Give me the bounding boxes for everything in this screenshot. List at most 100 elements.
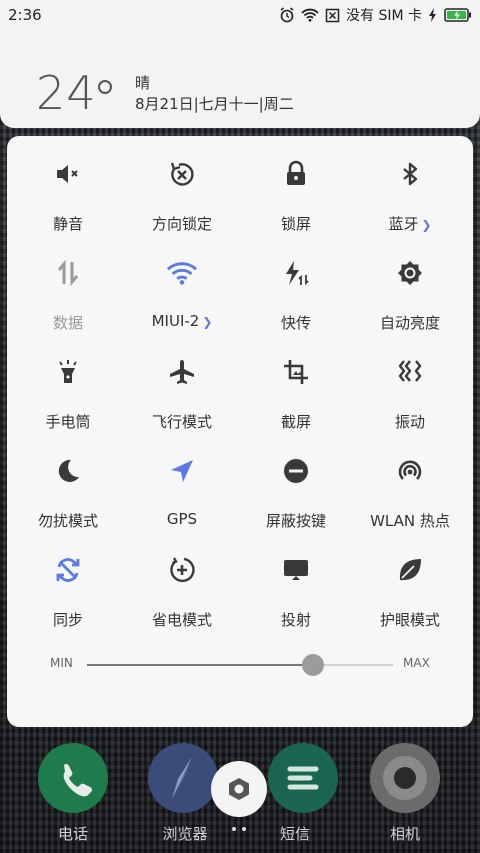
no-sim-icon xyxy=(325,8,340,23)
tile-cast[interactable]: 投射 xyxy=(239,532,353,629)
camera-app[interactable] xyxy=(370,743,440,813)
tile-bluetooth[interactable]: 蓝牙 ❯ xyxy=(353,136,467,234)
wifi-status-icon xyxy=(301,8,319,22)
tile-label: 数据 xyxy=(52,314,83,332)
home-button[interactable] xyxy=(211,761,267,817)
tile-vibrate[interactable]: 振动 xyxy=(353,334,467,431)
dock-label-browser: 浏览器 xyxy=(162,825,208,843)
tile-label: 静音 xyxy=(52,215,83,233)
tile-label: 手电筒 xyxy=(45,413,91,431)
mute-icon xyxy=(52,158,84,190)
tile-hotspot[interactable]: WLAN 热点 xyxy=(353,433,467,530)
battery-icon xyxy=(444,8,472,22)
degree-symbol xyxy=(98,80,112,94)
quick-settings-panel: 静音 方向锁定 锁屏 蓝牙 ❯ 数据 MIUI-2 ❯ 快传 自动亮度 手电筒 … xyxy=(7,136,473,727)
tile-label: 护眼模式 xyxy=(379,611,440,629)
chevron-right-icon: ❯ xyxy=(202,315,213,329)
flashlight-icon xyxy=(52,356,84,388)
tile-label: 快传 xyxy=(280,314,311,332)
tile-mobile-data[interactable]: 数据 xyxy=(11,235,125,332)
sync-icon xyxy=(52,554,84,586)
brightness-slider-fill xyxy=(87,664,314,666)
tile-eye-protection[interactable]: 护眼模式 xyxy=(353,532,467,629)
tile-block-keys[interactable]: 屏蔽按键 xyxy=(239,433,353,530)
tile-battery-saver[interactable]: 省电模式 xyxy=(125,532,239,629)
weather-date: 8月21日|七月十一|周二 xyxy=(135,95,294,113)
gps-arrow-icon xyxy=(166,455,198,487)
tile-label: 勿扰模式 xyxy=(37,512,98,530)
weather-temperature: 24 xyxy=(36,66,97,120)
block-keys-icon xyxy=(280,455,312,487)
tile-sync[interactable]: 同步 xyxy=(11,532,125,629)
messages-app[interactable] xyxy=(268,743,338,813)
status-bar: 2:36 没有 SIM 卡 xyxy=(0,0,480,30)
weather-condition: 晴 xyxy=(135,74,151,92)
tile-mute[interactable]: 静音 xyxy=(11,136,125,233)
tile-lock-screen[interactable]: 锁屏 xyxy=(239,136,353,233)
leaf-icon xyxy=(394,554,426,586)
hotspot-icon xyxy=(394,455,426,487)
browser-app[interactable] xyxy=(148,743,218,813)
tile-wifi[interactable]: MIUI-2 ❯ xyxy=(125,235,239,331)
tile-label: WLAN 热点 xyxy=(370,512,450,530)
tile-airplane-mode[interactable]: 飞行模式 xyxy=(125,334,239,431)
rotation-lock-icon xyxy=(166,158,198,190)
tile-quick-transfer[interactable]: 快传 xyxy=(239,235,353,332)
screenshot-crop-icon xyxy=(280,356,312,388)
tile-label: 振动 xyxy=(394,413,425,431)
dock: 电话 浏览器 短信 相机 xyxy=(0,735,480,853)
quick-transfer-icon xyxy=(280,257,312,289)
tile-screenshot[interactable]: 截屏 xyxy=(239,334,353,431)
auto-brightness-icon xyxy=(394,257,426,289)
page-dot xyxy=(242,827,246,831)
mobile-data-icon xyxy=(52,257,84,289)
tile-do-not-disturb[interactable]: 勿扰模式 xyxy=(11,433,125,530)
tile-label: 截屏 xyxy=(280,413,311,431)
dock-label-messages: 短信 xyxy=(279,825,310,843)
tile-label-text: 蓝牙 xyxy=(388,215,419,233)
airplane-icon xyxy=(166,356,198,388)
moon-icon xyxy=(52,455,84,487)
tile-label: 蓝牙 ❯ xyxy=(353,213,467,234)
status-icons: 没有 SIM 卡 xyxy=(279,5,472,25)
tile-label: 方向锁定 xyxy=(151,215,212,233)
tile-label: 飞行模式 xyxy=(151,413,212,431)
tile-label: 锁屏 xyxy=(280,215,311,233)
tile-label: 省电模式 xyxy=(151,611,212,629)
tile-label: 自动亮度 xyxy=(379,314,440,332)
tile-label: 同步 xyxy=(52,611,83,629)
vibrate-icon xyxy=(394,356,426,388)
brightness-min-label: MIN xyxy=(50,656,73,670)
tile-label-text: MIUI-2 xyxy=(151,312,200,330)
carrier-text: 没有 SIM 卡 xyxy=(346,8,422,24)
status-time: 2:36 xyxy=(8,6,42,24)
bluetooth-icon xyxy=(394,158,426,190)
tile-gps[interactable]: GPS xyxy=(125,433,239,529)
compass-icon xyxy=(172,757,192,799)
camera-icon xyxy=(383,756,427,800)
tile-auto-brightness[interactable]: 自动亮度 xyxy=(353,235,467,332)
tile-rotation-lock[interactable]: 方向锁定 xyxy=(125,136,239,233)
page-dot xyxy=(232,827,236,831)
wifi-icon xyxy=(166,257,198,289)
tile-label: MIUI-2 ❯ xyxy=(125,312,239,330)
dock-label-phone: 电话 xyxy=(57,825,88,843)
tile-label: 投射 xyxy=(280,611,311,629)
brightness-max-label: MAX xyxy=(403,656,430,670)
brightness-slider-thumb[interactable] xyxy=(302,654,325,676)
alarm-icon xyxy=(279,7,295,23)
dock-label-camera: 相机 xyxy=(389,825,420,843)
cast-screen-icon xyxy=(280,554,312,586)
hexagon-home-icon xyxy=(229,778,249,800)
lock-icon xyxy=(280,158,312,190)
tile-flashlight[interactable]: 手电筒 xyxy=(11,334,125,431)
brightness-slider[interactable] xyxy=(87,654,393,676)
tile-label: GPS xyxy=(166,510,198,528)
battery-saver-icon xyxy=(166,554,198,586)
page-indicator xyxy=(232,827,246,831)
messages-icon xyxy=(287,766,319,790)
phone-icon xyxy=(63,763,93,797)
phone-app[interactable] xyxy=(38,743,108,813)
chevron-right-icon: ❯ xyxy=(421,218,432,232)
tile-label: 屏蔽按键 xyxy=(265,512,326,530)
